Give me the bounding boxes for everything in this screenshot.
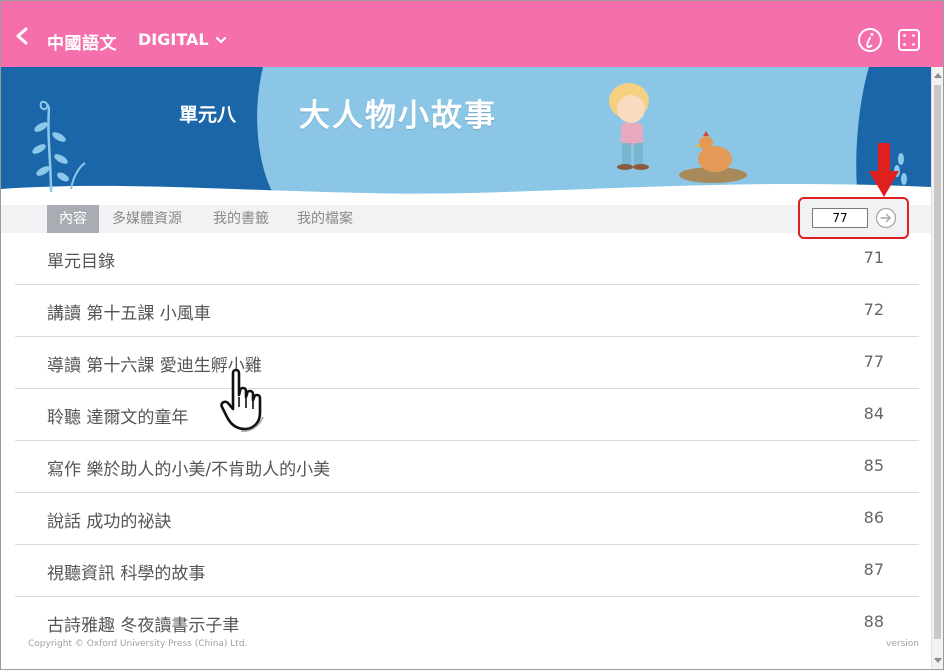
top-bar: 中國語文 DIGITAL: [1, 1, 943, 67]
tab-my-files[interactable]: 我的檔案: [297, 205, 353, 233]
list-item[interactable]: 寫作 樂於助人的小美/不肯助人的小美 85: [15, 441, 919, 493]
list-item[interactable]: 單元目錄 71: [15, 233, 919, 285]
list-item-page: 72: [863, 300, 884, 319]
scroll-up-icon[interactable]: [934, 73, 942, 78]
book-selector-label: DIGITAL: [138, 30, 209, 49]
unit-label: 單元八: [179, 104, 237, 126]
list-item-label: 古詩雅趣 冬夜讀書示子聿: [47, 616, 240, 636]
list-item-label: 講讀 第十五課 小風車: [47, 304, 211, 324]
scroll-down-icon[interactable]: [934, 658, 942, 663]
book-selector[interactable]: DIGITAL: [138, 30, 227, 49]
list-item-page: 86: [863, 508, 884, 527]
list-item-page: 88: [863, 612, 884, 631]
hen-illustration: [679, 131, 747, 183]
app-window: 中國語文 DIGITAL 單元八 大人物小故事 內容 多媒體資源 我的書籤 我的…: [0, 0, 944, 670]
scrollbar-thumb[interactable]: [934, 85, 941, 639]
list-item-label: 聆聽 達爾文的童年: [47, 408, 189, 428]
arrow-right-circle-icon[interactable]: [875, 207, 897, 229]
list-item-label: 寫作 樂於助人的小美/不肯助人的小美: [47, 460, 331, 480]
info-icon[interactable]: [857, 27, 883, 53]
page-number-input[interactable]: [812, 208, 868, 228]
list-item[interactable]: 聆聽 達爾文的童年 84: [15, 389, 919, 441]
fullscreen-icon[interactable]: [897, 28, 921, 52]
tab-bookmarks[interactable]: 我的書籤: [213, 205, 269, 233]
tab-content[interactable]: 內容: [47, 205, 99, 233]
list-item-page: 71: [863, 248, 884, 267]
version-text: version: [886, 639, 919, 649]
list-item-label: 說話 成功的祕訣: [47, 512, 172, 532]
list-item-label: 視聽資訊 科學的故事: [47, 564, 206, 584]
hand-pointer-icon: [220, 368, 264, 433]
list-item[interactable]: 說話 成功的祕訣 86: [15, 493, 919, 545]
copyright-text: Copyright © Oxford University Press (Chi…: [28, 639, 248, 649]
banner-artwork: [1, 67, 931, 207]
list-item[interactable]: 視聽資訊 科學的故事 87: [15, 545, 919, 597]
app-title: 中國語文: [47, 34, 117, 54]
chevron-left-icon[interactable]: [13, 26, 31, 46]
list-item[interactable]: 講讀 第十五課 小風車 72: [15, 285, 919, 337]
list-item-label: 單元目錄: [47, 252, 115, 272]
vertical-scrollbar[interactable]: [931, 67, 943, 669]
list-item[interactable]: 導讀 第十六課 愛迪生孵小雞 77: [15, 337, 919, 389]
list-item-page: 77: [863, 352, 884, 371]
tab-multimedia[interactable]: 多媒體資源: [112, 205, 182, 233]
list-item-page: 84: [863, 404, 884, 423]
unit-title: 大人物小故事: [299, 98, 497, 134]
list-item-page: 85: [863, 456, 884, 475]
boy-illustration: [609, 83, 649, 170]
contents-list: 單元目錄 71 講讀 第十五課 小風車 72 導讀 第十六課 愛迪生孵小雞 77 聆聽…: [15, 233, 919, 648]
arrow-down-annotation-icon: [869, 143, 899, 197]
unit-banner: 單元八 大人物小故事: [1, 67, 931, 207]
list-item-page: 87: [863, 560, 884, 579]
chevron-down-icon: [215, 36, 226, 43]
content-tabs: 內容 多媒體資源 我的書籤 我的檔案: [1, 205, 931, 233]
